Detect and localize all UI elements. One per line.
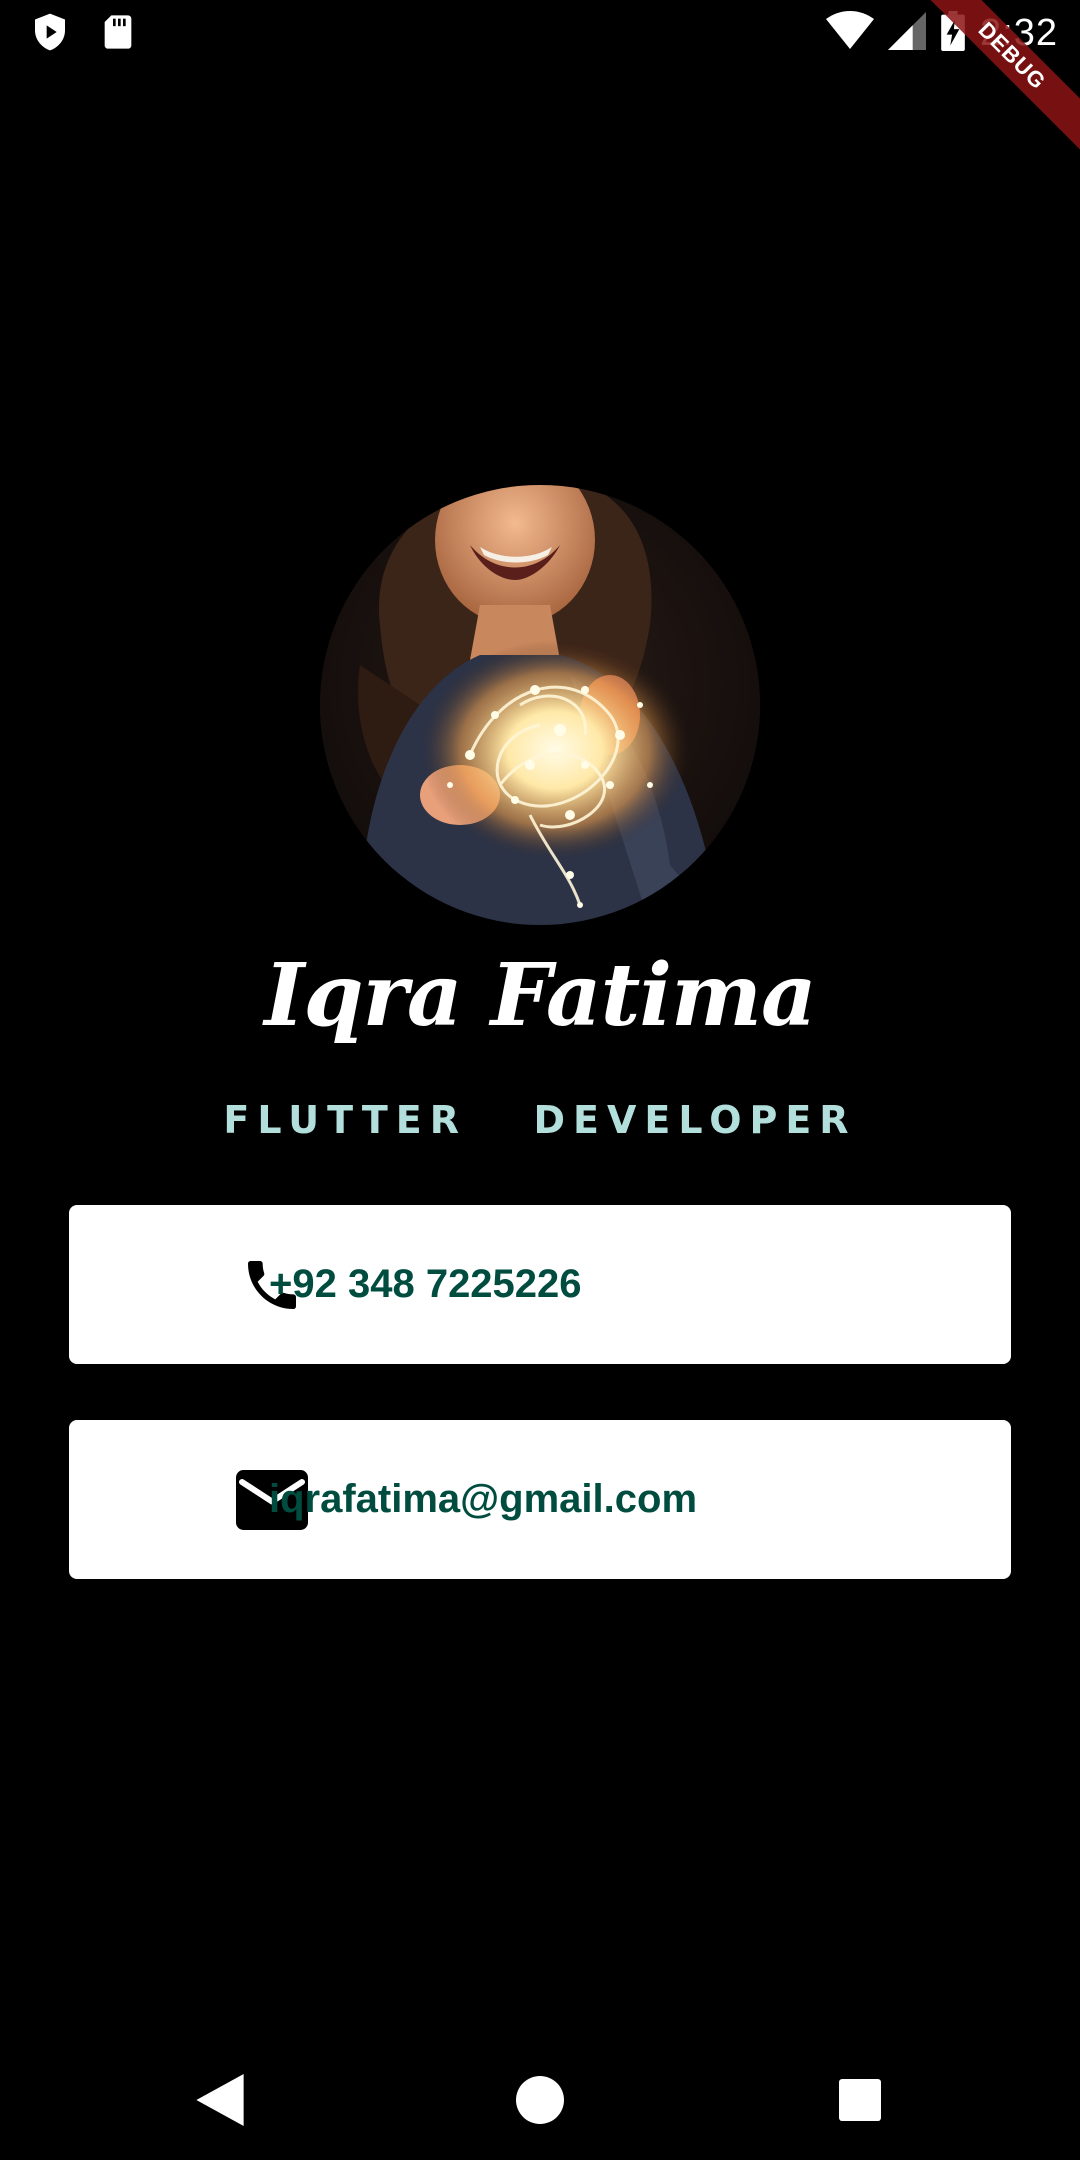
- wifi-icon: [826, 10, 875, 56]
- email-card[interactable]: iqrafatima@gmail.com: [69, 1420, 1011, 1579]
- sd-card-icon: [98, 12, 138, 52]
- profile-name: Iqra Fatima: [264, 945, 817, 1046]
- profile-role: FLUTTER DEVELOPER: [223, 1098, 857, 1142]
- home-icon[interactable]: [510, 2070, 570, 2130]
- profile-photo: [320, 485, 760, 925]
- battery-charging-icon: [940, 10, 966, 56]
- clock: 2:32: [980, 11, 1058, 54]
- signal-icon: [888, 11, 927, 56]
- phone-number: +92 348 7225226: [269, 1262, 582, 1306]
- phone-card[interactable]: +92 348 7225226: [69, 1205, 1011, 1364]
- shield-play-icon: [30, 12, 70, 52]
- avatar: [320, 485, 760, 925]
- navigation-bar: [0, 2040, 1080, 2160]
- back-icon[interactable]: [190, 2070, 250, 2130]
- status-bar: 2:32: [0, 0, 1080, 66]
- email-address: iqrafatima@gmail.com: [269, 1477, 698, 1521]
- recents-icon[interactable]: [830, 2070, 890, 2130]
